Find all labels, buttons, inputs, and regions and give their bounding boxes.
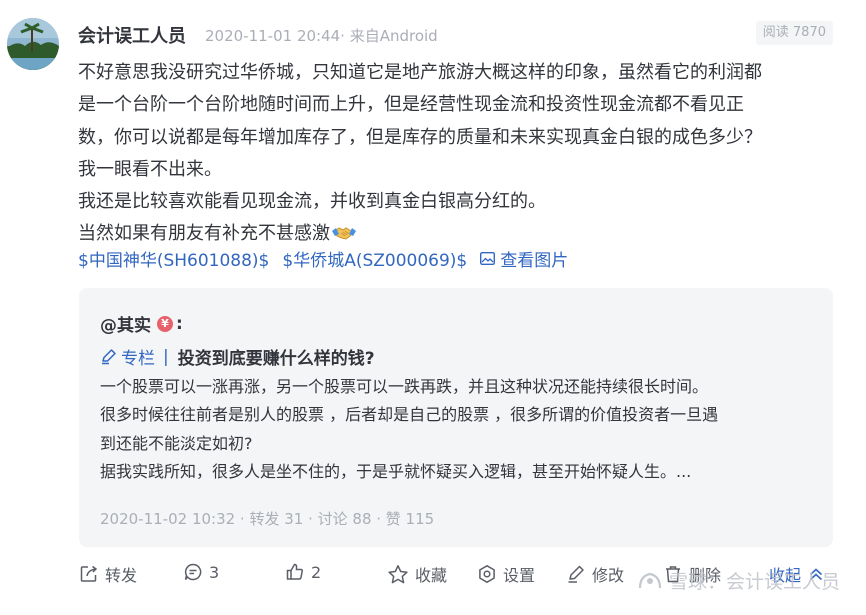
image-icon bbox=[480, 252, 496, 265]
post-paragraph: 数，你可以说都是每年增加库存了，但是库存的质量和未来实现真金白银的成色多少？ bbox=[78, 126, 762, 148]
avatar-image bbox=[7, 18, 59, 70]
verified-badge-icon bbox=[157, 315, 173, 332]
post-paragraph: 我还是比较喜欢能看见现金流，并收到真金白银高分红的。 bbox=[78, 191, 546, 213]
comment-icon bbox=[184, 563, 202, 581]
like-icon bbox=[286, 563, 303, 580]
stock-links-row: $中国神华(SH601088)$ $华侨城A(SZ000069)$ 查看图片 bbox=[78, 246, 568, 271]
post-paragraph: 不好意思我没研究过华侨城，只知道它是地产旅游大概这样的印象，虽然看它的利润都 bbox=[78, 62, 762, 83]
avatar[interactable] bbox=[7, 18, 59, 70]
quoted-author: @其实 : bbox=[100, 311, 183, 337]
repost-icon bbox=[80, 565, 98, 582]
collapse-label: 收起 bbox=[769, 566, 802, 585]
post-paragraph: 我一眼看不出来。 bbox=[78, 158, 222, 180]
action-bar: 转发 3 2 收藏 设置 修改 删除 收起 bbox=[79, 562, 839, 588]
edit-label: 修改 bbox=[592, 566, 625, 585]
edit-button[interactable]: 修改 bbox=[566, 562, 624, 586]
quoted-author-name[interactable]: @其实 bbox=[100, 311, 151, 336]
favorite-label: 收藏 bbox=[415, 566, 448, 585]
edit-icon bbox=[568, 565, 584, 583]
repost-label: 转发 bbox=[105, 566, 138, 585]
quoted-stats: 2020-11-02 10:32 · 转发 31 · 讨论 88 · 赞 115 bbox=[100, 510, 435, 528]
like-button[interactable]: 2 bbox=[285, 562, 321, 582]
post-paragraph-text: 当然如果有朋友有补充不甚感激 bbox=[78, 223, 330, 245]
quoted-line: 很多时候往往前者是别人的股票 ，后者却是自己的股票 ，很多所谓的价值投资者一旦遇 bbox=[100, 405, 719, 425]
chevron-up-icon bbox=[809, 568, 823, 581]
quoted-line: 一个股票可以一涨再涨，另一个股票可以一跌再跌，并且这种状况还能持续很长时间。 bbox=[100, 377, 709, 396]
view-count-badge: 阅读 7870 bbox=[755, 21, 833, 45]
quoted-line: 据我实践所知，很多人是坐不住的，于是乎就怀疑买入逻辑，甚至开始怀疑人生。... bbox=[100, 461, 692, 481]
quoted-post[interactable]: @其实 : 专栏 | 投资到底要赚什么样的钱? 一个股票可以一涨再涨，另一个股票… bbox=[79, 288, 833, 547]
quoted-author-colon: : bbox=[176, 313, 183, 334]
post-body: 不好意思我没研究过华侨城，只知道它是地产旅游大概这样的印象，虽然看它的利润都 是… bbox=[78, 57, 838, 255]
settings-button[interactable]: 设置 bbox=[477, 562, 535, 586]
author-name[interactable]: 会计误工人员 bbox=[78, 22, 186, 48]
delete-label: 删除 bbox=[689, 566, 722, 585]
quoted-title[interactable]: 投资到底要赚什么样的钱? bbox=[178, 344, 375, 369]
quoted-excerpt: 一个股票可以一涨再涨，另一个股票可以一跌再跌，并且这种状况还能持续很长时间。 很… bbox=[100, 373, 820, 486]
stock-link-china-shenhua[interactable]: $中国神华(SH601088)$ bbox=[78, 246, 269, 271]
delete-button[interactable]: 删除 bbox=[663, 562, 721, 586]
delete-icon bbox=[666, 566, 680, 583]
quoted-title-row[interactable]: 专栏 | 投资到底要赚什么样的钱? bbox=[100, 344, 375, 369]
comment-button[interactable]: 3 bbox=[183, 562, 219, 582]
star-icon bbox=[388, 564, 408, 583]
settings-icon bbox=[479, 565, 495, 583]
column-label: 专栏 bbox=[121, 349, 155, 369]
view-image-link[interactable]: 查看图片 bbox=[480, 246, 568, 271]
title-separator: | bbox=[163, 346, 169, 367]
view-image-label: 查看图片 bbox=[500, 251, 569, 271]
stock-link-ocq[interactable]: $华侨城A(SZ000069)$ bbox=[282, 246, 467, 271]
settings-label: 设置 bbox=[503, 566, 536, 585]
post-meta: 2020-11-01 20:44· 来自Android bbox=[205, 27, 438, 45]
collapse-button[interactable]: 收起 bbox=[769, 562, 825, 586]
favorite-button[interactable]: 收藏 bbox=[387, 562, 447, 586]
quoted-line: 到还能不能淡定如初? bbox=[100, 433, 253, 453]
comment-count: 3 bbox=[209, 562, 220, 582]
column-tag: 专栏 bbox=[100, 344, 155, 369]
like-count: 2 bbox=[311, 562, 322, 582]
repost-button[interactable]: 转发 bbox=[79, 562, 137, 586]
pen-icon bbox=[102, 349, 116, 365]
post-paragraph: 是一个台阶一个台阶地随时间而上升，但是经营性现金流和投资性现金流都不看见正 bbox=[78, 94, 744, 116]
